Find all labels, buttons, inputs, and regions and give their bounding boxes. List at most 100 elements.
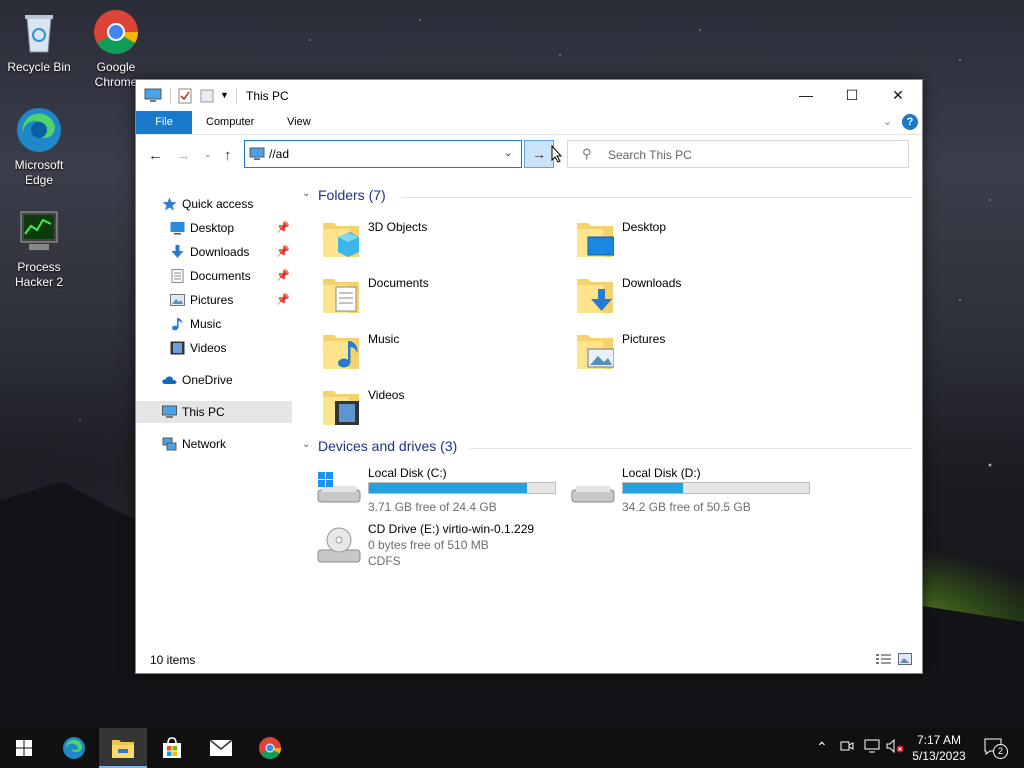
sidebar-item-network[interactable]: Network bbox=[136, 433, 292, 455]
collapse-chevron-icon[interactable]: ⌄ bbox=[302, 439, 310, 450]
volume-muted-icon[interactable] bbox=[886, 738, 904, 756]
videos-folder-icon bbox=[323, 391, 359, 425]
edge-icon bbox=[15, 106, 63, 154]
start-button[interactable] bbox=[0, 728, 48, 768]
network-status-icon[interactable] bbox=[864, 739, 880, 756]
recent-locations-chevron-icon[interactable]: ⌄ bbox=[204, 149, 212, 160]
customize-toolbar-chevron-icon[interactable]: ▼ bbox=[220, 90, 229, 100]
meet-now-icon[interactable] bbox=[840, 739, 854, 756]
drive-filesystem: CDFS bbox=[368, 554, 401, 568]
desktop-icon-process-hacker[interactable]: Process Hacker 2 bbox=[1, 208, 77, 290]
notification-count-badge: 2 bbox=[993, 744, 1008, 759]
taskbar-edge[interactable] bbox=[50, 728, 98, 768]
hard-drive-icon bbox=[571, 486, 615, 503]
sidebar-item-desktop[interactable]: Desktop 📌 bbox=[136, 217, 292, 239]
drive-item[interactable]: Local Disk (D:) 34.2 GB free of 50.5 GB bbox=[570, 466, 820, 516]
file-explorer-window: ▼ This PC — ☐ ✕ File Computer View ⌄ ? ←… bbox=[135, 79, 923, 674]
download-icon bbox=[171, 245, 184, 258]
edge-icon bbox=[63, 737, 85, 759]
clock-date: 5/13/2023 bbox=[912, 749, 966, 763]
folder-item[interactable]: Documents bbox=[322, 273, 562, 323]
desktop-icon-google-chrome[interactable]: Google Chrome bbox=[78, 8, 154, 90]
tab-file[interactable]: File bbox=[136, 111, 192, 134]
search-input[interactable]: Search This PC bbox=[608, 148, 692, 162]
ribbon-tabs: File Computer View ⌄ ? bbox=[136, 111, 922, 135]
sidebar-item-label: Network bbox=[182, 437, 227, 451]
search-box[interactable]: ⚲ Search This PC bbox=[567, 140, 909, 168]
sidebar-item-quick-access[interactable]: Quick access bbox=[136, 193, 292, 215]
back-button[interactable]: ← bbox=[148, 147, 163, 164]
forward-button[interactable]: → bbox=[176, 147, 191, 164]
tab-computer[interactable]: Computer bbox=[194, 111, 266, 134]
mouse-cursor-icon bbox=[551, 144, 563, 166]
help-icon[interactable]: ? bbox=[902, 114, 918, 130]
minimize-button[interactable]: — bbox=[783, 80, 829, 111]
action-center-button[interactable]: 2 bbox=[984, 738, 1008, 759]
collapse-chevron-icon[interactable]: ⌄ bbox=[302, 188, 310, 199]
desktop-icon-recycle-bin[interactable]: Recycle Bin bbox=[1, 8, 77, 75]
chrome-icon bbox=[259, 737, 281, 759]
address-input[interactable]: //ad bbox=[269, 147, 289, 161]
sidebar-item-pictures[interactable]: Pictures 📌 bbox=[136, 289, 292, 311]
sidebar-item-label: Downloads bbox=[190, 245, 250, 259]
sidebar-item-downloads[interactable]: Downloads 📌 bbox=[136, 241, 292, 263]
new-folder-icon[interactable] bbox=[200, 88, 214, 107]
search-icon: ⚲ bbox=[582, 146, 592, 161]
folder-item[interactable]: Desktop bbox=[576, 217, 816, 267]
folder-item[interactable]: Music bbox=[322, 329, 562, 379]
music-icon bbox=[172, 318, 183, 331]
drive-item[interactable]: Local Disk (C:) 3.71 GB free of 24.4 GB bbox=[316, 466, 566, 516]
show-hidden-icons-chevron-icon[interactable]: ⌃ bbox=[816, 739, 828, 756]
title-bar[interactable]: ▼ This PC — ☐ ✕ bbox=[136, 80, 922, 111]
large-icons-view-icon[interactable] bbox=[898, 653, 912, 668]
desktop-icon bbox=[170, 222, 185, 235]
clock-time: 7:17 AM bbox=[916, 733, 962, 747]
taskbar-mail[interactable] bbox=[197, 728, 245, 768]
folder-name: Desktop bbox=[622, 220, 667, 234]
folder-item[interactable]: 3D Objects bbox=[322, 217, 562, 267]
taskbar-chrome[interactable] bbox=[246, 728, 294, 768]
go-button[interactable]: → bbox=[524, 140, 554, 168]
sidebar-item-this-pc[interactable]: This PC bbox=[136, 401, 292, 423]
desktop-icon-microsoft-edge[interactable]: Microsoft Edge bbox=[1, 106, 77, 188]
system-clock[interactable]: 7:17 AM 5/13/2023 bbox=[908, 732, 970, 764]
sidebar-item-music[interactable]: Music bbox=[136, 313, 292, 335]
cloud-icon bbox=[162, 376, 177, 384]
folder-item[interactable]: Downloads bbox=[576, 273, 816, 323]
picture-icon bbox=[170, 294, 185, 306]
folder-item[interactable]: Videos bbox=[322, 385, 562, 435]
sidebar-item-documents[interactable]: Documents 📌 bbox=[136, 265, 292, 287]
sidebar-item-label: This PC bbox=[182, 405, 225, 419]
taskbar-store[interactable] bbox=[148, 728, 196, 768]
taskbar-file-explorer[interactable] bbox=[99, 728, 147, 768]
sidebar-item-onedrive[interactable]: OneDrive bbox=[136, 369, 292, 391]
video-icon bbox=[170, 341, 185, 355]
folder-name: Documents bbox=[368, 276, 429, 290]
pin-icon: 📌 bbox=[276, 222, 290, 234]
folders-group-header[interactable]: ⌄ Folders (7) bbox=[302, 187, 912, 207]
pin-icon: 📌 bbox=[276, 294, 290, 306]
windows-logo-icon bbox=[16, 740, 32, 756]
devices-group-header[interactable]: ⌄ Devices and drives (3) bbox=[302, 438, 912, 458]
divider bbox=[470, 448, 912, 449]
expand-ribbon-chevron-icon[interactable]: ⌄ bbox=[883, 115, 892, 128]
sidebar-item-videos[interactable]: Videos bbox=[136, 337, 292, 359]
windows-drive-icon bbox=[317, 472, 361, 503]
desktop-icon-label: Recycle Bin bbox=[7, 60, 71, 74]
properties-icon[interactable] bbox=[178, 88, 192, 107]
drive-item[interactable]: CD Drive (E:) virtio-win-0.1.229 0 bytes… bbox=[316, 522, 616, 572]
recycle-bin-icon bbox=[15, 8, 63, 56]
address-dropdown-chevron-icon[interactable]: ⌄ bbox=[504, 146, 513, 159]
up-button[interactable]: ↑ bbox=[224, 147, 232, 164]
address-bar[interactable]: //ad ⌄ bbox=[244, 140, 522, 168]
close-button[interactable]: ✕ bbox=[875, 80, 921, 111]
drive-free-space: 0 bytes free of 510 MB bbox=[368, 538, 489, 552]
details-view-icon[interactable] bbox=[876, 653, 892, 668]
maximize-button[interactable]: ☐ bbox=[829, 80, 875, 111]
tab-view[interactable]: View bbox=[275, 111, 323, 134]
folder-item[interactable]: Pictures bbox=[576, 329, 816, 379]
separator bbox=[236, 88, 237, 104]
computer-icon bbox=[162, 405, 177, 418]
drive-name: CD Drive (E:) virtio-win-0.1.229 bbox=[368, 522, 535, 536]
sidebar-item-label: Documents bbox=[190, 269, 251, 283]
